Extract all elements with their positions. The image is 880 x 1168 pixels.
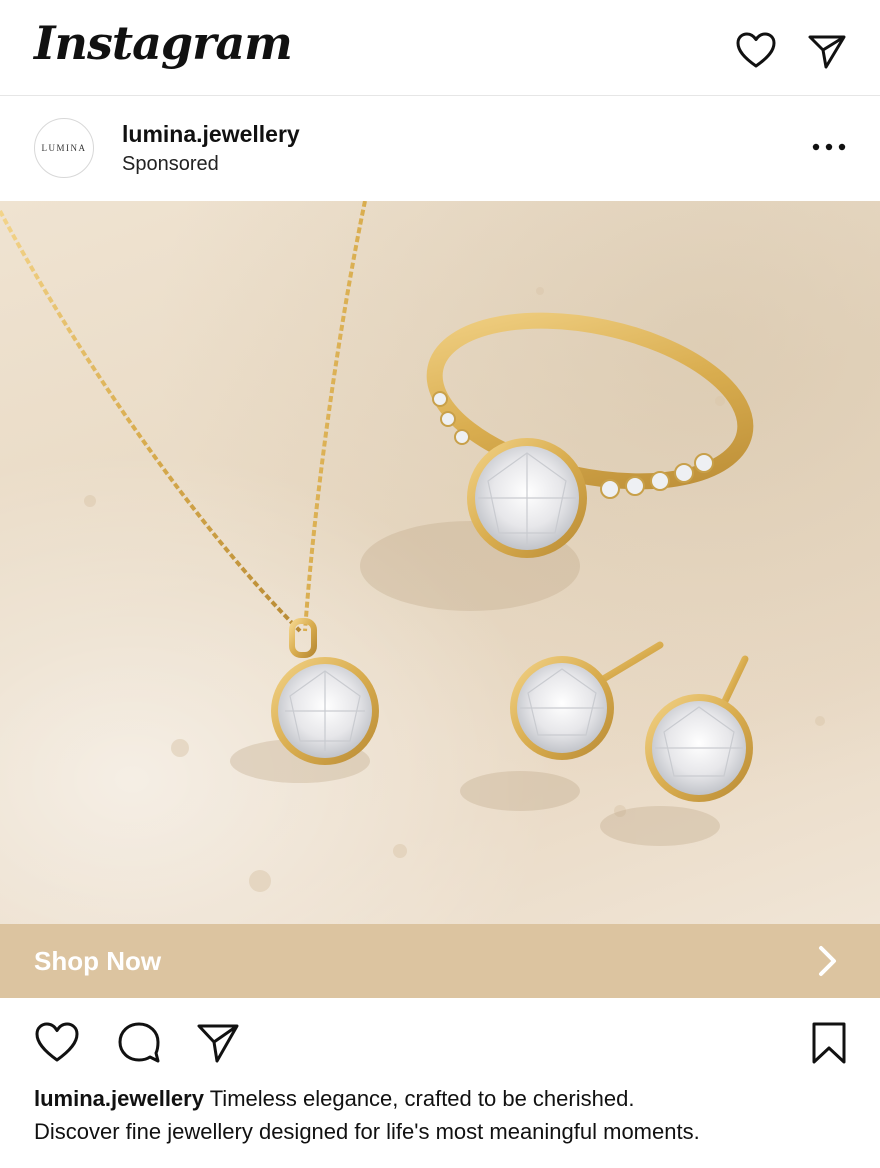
caption-text-2: Discover fine jewellery designed for lif… [34, 1119, 700, 1144]
like-heart-icon[interactable] [34, 1020, 80, 1066]
instagram-logo[interactable]: Instagram [34, 16, 293, 70]
caption-text-1: Timeless elegance, crafted to be cherish… [209, 1086, 635, 1111]
shop-now-label: Shop Now [34, 946, 162, 976]
chevron-right-icon [810, 944, 844, 978]
caption-username[interactable]: lumina.jewellery [34, 1086, 204, 1111]
post-username[interactable]: lumina.jewellery [122, 121, 300, 148]
post-header: LUMINA lumina.jewellery Sponsored [0, 97, 880, 201]
heart-icon[interactable] [735, 30, 777, 72]
avatar[interactable]: LUMINA [34, 118, 94, 178]
send-icon[interactable] [806, 30, 848, 72]
sponsored-label: Sponsored [122, 153, 219, 175]
post-actions [0, 998, 880, 1078]
shop-now-button[interactable]: Shop Now [0, 924, 880, 998]
bookmark-icon[interactable] [806, 1020, 852, 1066]
share-send-icon[interactable] [195, 1020, 241, 1066]
post-image[interactable] [0, 201, 880, 924]
jewellery-illustration [0, 201, 825, 892]
comment-icon[interactable] [116, 1020, 162, 1066]
caption-line-1: lumina.jewellery Timeless elegance, craf… [34, 1082, 854, 1115]
post-caption: lumina.jewellery Timeless elegance, craf… [34, 1082, 854, 1148]
avatar-text: LUMINA [41, 143, 87, 153]
more-dots-icon[interactable] [808, 133, 852, 161]
top-bar: Instagram [0, 0, 880, 96]
